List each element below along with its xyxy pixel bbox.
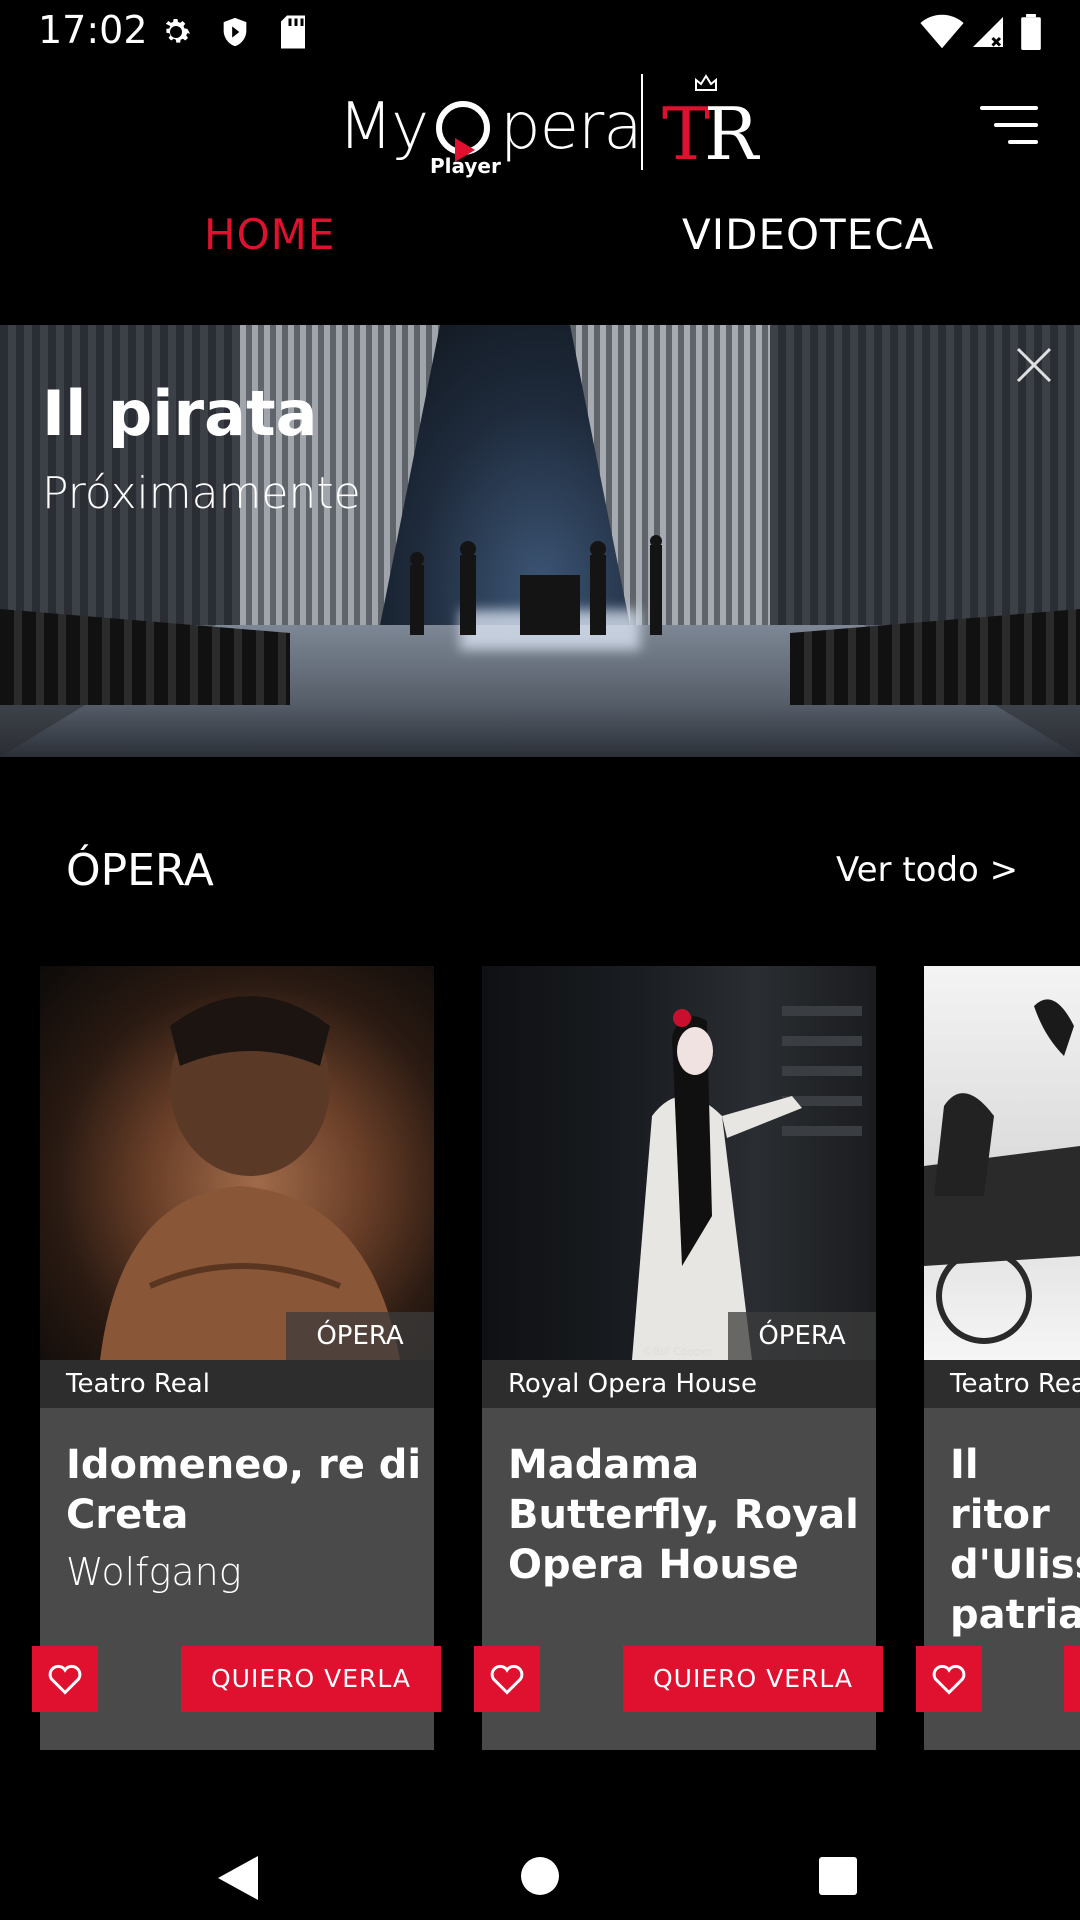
card-image xyxy=(924,966,1080,1360)
hero-subtitle: Próximamente xyxy=(42,468,361,519)
home-icon[interactable] xyxy=(520,1856,560,1900)
status-time: 17:02 xyxy=(38,8,148,52)
card-venue: Teatro Real xyxy=(40,1360,434,1408)
status-bar: 17:02 xyxy=(0,0,1080,62)
category-badge: ÓPERA xyxy=(728,1312,876,1360)
favorite-button[interactable] xyxy=(32,1646,98,1712)
content-card[interactable]: ÓPERA ©Bill Cooper Royal Opera House Mad… xyxy=(482,966,876,1750)
battery-icon xyxy=(1020,14,1042,54)
tab-home[interactable]: HOME xyxy=(204,210,335,259)
card-title: Madama Butterfly, Royal Opera House xyxy=(508,1442,859,1588)
category-badge: ÓPERA xyxy=(286,1312,434,1360)
card-composer: Wolfgang xyxy=(66,1550,242,1594)
shield-icon xyxy=(218,14,252,54)
close-icon[interactable] xyxy=(1014,345,1054,385)
card-title: Idomeneo, re di Creta xyxy=(66,1442,422,1538)
system-nav-bar xyxy=(0,1800,1080,1920)
wifi-icon xyxy=(920,14,964,54)
card-title: Il ritor d'Uliss patria xyxy=(950,1442,1080,1638)
tab-videoteca[interactable]: VIDEOTECA xyxy=(682,210,934,259)
sd-card-icon xyxy=(278,14,308,54)
gear-icon xyxy=(158,14,194,54)
hamburger-menu-icon[interactable] xyxy=(978,100,1038,150)
card-image: ÓPERA xyxy=(40,966,434,1360)
hero-title: Il pirata xyxy=(42,377,318,450)
content-card[interactable]: ÓPERA Teatro Real Idomeneo, re di Creta … xyxy=(40,966,434,1750)
favorite-button[interactable] xyxy=(474,1646,540,1712)
back-icon[interactable] xyxy=(216,1854,260,1906)
app-header: My pera Player TR xyxy=(0,62,1080,192)
card-venue: Teatro Rea xyxy=(924,1360,1080,1408)
performers-silhouettes xyxy=(410,535,662,635)
section-title: ÓPERA xyxy=(66,845,214,896)
logo-text-my: My xyxy=(338,90,429,164)
heart-icon xyxy=(490,1664,524,1695)
see-all-link[interactable]: Ver todo > xyxy=(836,850,1018,890)
want-to-watch-button[interactable]: QUIERO VERLA xyxy=(623,1646,883,1712)
card-image: ÓPERA ©Bill Cooper xyxy=(482,966,876,1360)
heart-icon xyxy=(932,1664,966,1695)
want-to-watch-button[interactable]: QUIERO VERLA xyxy=(181,1646,441,1712)
logo-divider xyxy=(641,74,643,170)
card-venue: Royal Opera House xyxy=(482,1360,876,1408)
recents-icon[interactable] xyxy=(818,1856,858,1900)
logo-text-player: Player xyxy=(430,154,501,178)
logo-text-tr: TR xyxy=(662,92,758,176)
hero-banner[interactable]: Il pirata Próximamente xyxy=(0,325,1080,757)
signal-icon xyxy=(970,14,1006,54)
content-card[interactable]: Teatro Rea Il ritor d'Uliss patria xyxy=(924,966,1080,1750)
heart-icon xyxy=(48,1664,82,1695)
favorite-button[interactable] xyxy=(916,1646,982,1712)
photo-credit: ©Bill Cooper xyxy=(642,1345,713,1358)
tab-bar: HOME VIDEOTECA xyxy=(0,210,1080,290)
want-to-watch-button[interactable] xyxy=(1064,1646,1080,1712)
logo-text-pera: pera xyxy=(500,90,643,164)
